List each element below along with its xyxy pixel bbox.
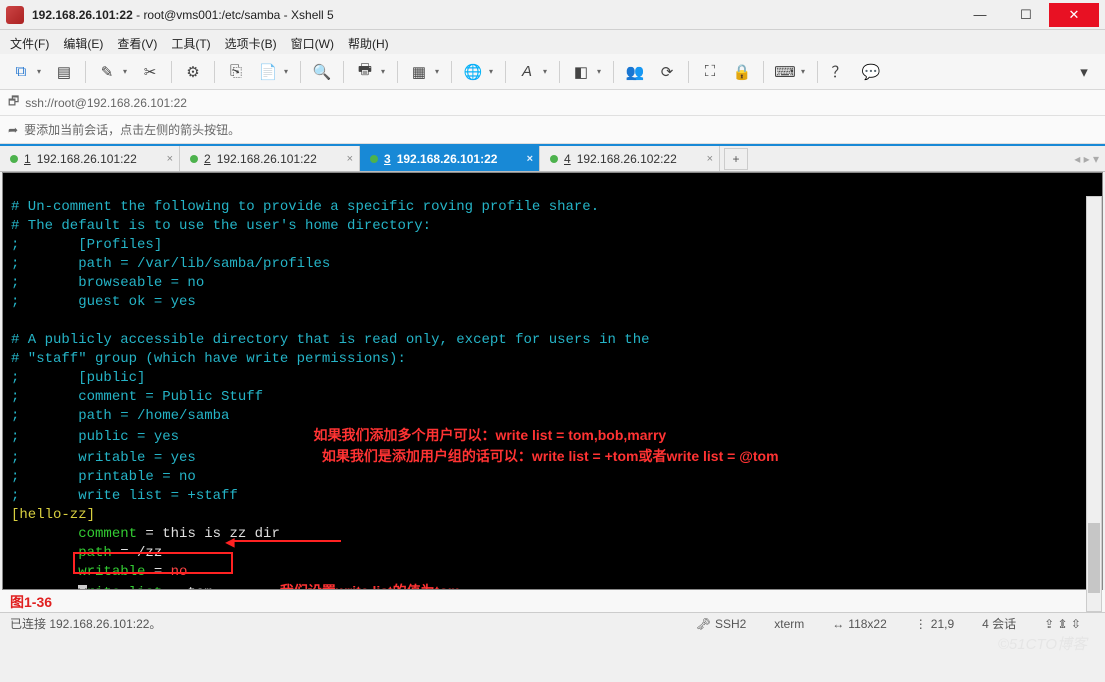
layout-icon[interactable]: ▦ xyxy=(406,59,432,85)
status-dot-icon xyxy=(10,155,18,163)
session-tab-1[interactable]: 1 192.168.26.101:22× xyxy=(0,146,180,171)
term-line: ; comment = Public Stuff xyxy=(11,389,263,405)
session-tab-3[interactable]: 3 192.168.26.101:22× xyxy=(360,146,540,171)
copy-icon[interactable]: ⎘ xyxy=(223,59,249,85)
hint-bar: ➦ 要添加当前会话，点击左侧的箭头按钮。 xyxy=(0,116,1105,144)
status-term: xterm xyxy=(774,617,804,631)
term-line: ; path = /home/samba xyxy=(11,408,229,424)
connection-status: 已连接 192.168.26.101:22。 xyxy=(10,615,161,632)
status-dot-icon xyxy=(370,155,378,163)
scrollbar[interactable] xyxy=(1086,196,1102,612)
paste-icon[interactable]: 📄 xyxy=(255,59,281,85)
arrow-head-icon: ◀ xyxy=(225,534,235,553)
annotation-arrow xyxy=(231,540,341,542)
session-tab-2[interactable]: 2 192.168.26.101:22× xyxy=(180,146,360,171)
term-line: ; writable = yes xyxy=(11,450,196,466)
term-line: # The default is to use the user's home … xyxy=(11,218,431,234)
annotation-1: 如果我们添加多个用户可以：write list = tom,bob,marry xyxy=(313,427,666,443)
term-line: ; public = yes xyxy=(11,429,179,445)
status-bar: 已连接 192.168.26.101:22。 🗝 SSH2 xterm ↔ 11… xyxy=(0,612,1105,634)
term-line: # Un-comment the following to provide a … xyxy=(11,199,599,215)
term-line: ; path = /var/lib/samba/profiles xyxy=(11,256,330,272)
tab-bar: 1 192.168.26.101:22× 2 192.168.26.101:22… xyxy=(0,144,1105,172)
hint-text: 要添加当前会话，点击左侧的箭头按钮。 xyxy=(24,121,240,138)
menu-help[interactable]: 帮助(H) xyxy=(348,35,389,52)
address-text[interactable]: ssh://root@192.168.26.101:22 xyxy=(25,96,187,110)
refresh-icon[interactable]: ⟳ xyxy=(654,59,680,85)
titlebar: 192.168.26.101:22 - root@vms001:/etc/sam… xyxy=(0,0,1105,30)
term-key: rite list xyxy=(87,585,163,590)
lock-icon[interactable]: 🔒 xyxy=(729,59,755,85)
globe-icon[interactable]: 🌐 xyxy=(460,59,486,85)
status-proto: 🗝 SSH2 xyxy=(696,617,747,631)
window-title: 192.168.26.101:22 - root@vms001:/etc/sam… xyxy=(32,8,957,22)
font-icon[interactable]: A xyxy=(514,59,540,85)
annotation-box xyxy=(73,552,233,574)
term-line: ; [public] xyxy=(11,370,145,386)
annotation-3: 我们设置write list的值为tom xyxy=(280,583,460,590)
session-tab-4[interactable]: 4 192.168.26.102:22× xyxy=(540,146,720,171)
menu-tab[interactable]: 选项卡(B) xyxy=(225,35,277,52)
toolbar: ⧉▾ ▤ ✎▾ ✂ ⚙ ⎘ 📄▾ 🔍 🖶▾ ▦▾ 🌐▾ A▾ ◧▾ 👥 ⟳ ⛶ … xyxy=(0,54,1105,90)
properties-icon[interactable]: ⚙ xyxy=(180,59,206,85)
color-icon[interactable]: ◧ xyxy=(568,59,594,85)
term-key: comment xyxy=(78,526,137,542)
find-icon[interactable]: 🔍 xyxy=(309,59,335,85)
tab-close-icon[interactable]: × xyxy=(707,153,713,165)
status-dot-icon xyxy=(190,155,198,163)
status-rowcol: ⋮ 21,9 xyxy=(915,617,954,631)
toolbar-overflow-icon[interactable]: ▾ xyxy=(1071,59,1097,85)
tab-close-icon[interactable]: × xyxy=(167,153,173,165)
term-line: ; [Profiles] xyxy=(11,237,162,253)
status-size: ↔ 118x22 xyxy=(832,617,886,631)
menu-edit[interactable]: 编辑(E) xyxy=(63,35,103,52)
term-line: ; browseable = no xyxy=(11,275,204,291)
tab-close-icon[interactable]: × xyxy=(527,153,533,165)
term-line: ; write list = +staff xyxy=(11,488,238,504)
menu-view[interactable]: 查看(V) xyxy=(117,35,157,52)
keyboard-icon[interactable]: ⌨ xyxy=(772,59,798,85)
status-caps: ⇪ ⇭ ⇳ xyxy=(1044,617,1081,631)
open-icon[interactable]: ▤ xyxy=(51,59,77,85)
chat-icon[interactable]: 💬 xyxy=(858,59,884,85)
users-icon[interactable]: 👥 xyxy=(622,59,648,85)
menu-tools[interactable]: 工具(T) xyxy=(171,35,210,52)
term-line: ; printable = no xyxy=(11,469,196,485)
term-line: # A publicly accessible directory that i… xyxy=(11,332,650,348)
term-line: # "staff" group (which have write permis… xyxy=(11,351,406,367)
maximize-button[interactable]: ☐ xyxy=(1003,3,1049,27)
address-bar: 🗗 ssh://root@192.168.26.101:22 xyxy=(0,90,1105,116)
close-button[interactable]: ✕ xyxy=(1049,3,1099,27)
menu-window[interactable]: 窗口(W) xyxy=(291,35,334,52)
status-dot-icon xyxy=(550,155,558,163)
menubar: 文件(F) 编辑(E) 查看(V) 工具(T) 选项卡(B) 窗口(W) 帮助(… xyxy=(0,30,1105,54)
term-section: [hello-zz] xyxy=(11,507,95,523)
protocol-icon: 🗗 xyxy=(8,92,19,113)
disconnect-icon[interactable]: ✂ xyxy=(137,59,163,85)
terminal[interactable]: # Un-comment the following to provide a … xyxy=(2,172,1103,590)
annotation-2: 如果我们是添加用户组的话可以：write list = +tom或者write … xyxy=(322,448,779,464)
tab-close-icon[interactable]: × xyxy=(347,153,353,165)
status-sessions: 4 会话 xyxy=(982,615,1016,632)
term-line: ; guest ok = yes xyxy=(11,294,196,310)
new-tab-button[interactable]: + xyxy=(724,148,748,170)
menu-file[interactable]: 文件(F) xyxy=(10,35,49,52)
new-session-icon[interactable]: ⧉ xyxy=(8,59,34,85)
help-icon[interactable]: ？ xyxy=(826,59,852,85)
cursor: w xyxy=(78,585,86,590)
reconnect-icon[interactable]: ✎ xyxy=(94,59,120,85)
hint-arrow-icon[interactable]: ➦ xyxy=(8,123,18,137)
watermark: ©51CTO博客 xyxy=(998,633,1087,654)
tab-nav[interactable]: ◂ ▸ ▾ xyxy=(1074,152,1099,166)
app-icon xyxy=(6,6,24,24)
print-icon[interactable]: 🖶 xyxy=(352,59,378,85)
figure-label: 图1-36 xyxy=(0,590,1105,612)
minimize-button[interactable]: — xyxy=(957,3,1003,27)
fullscreen-icon[interactable]: ⛶ xyxy=(697,59,723,85)
